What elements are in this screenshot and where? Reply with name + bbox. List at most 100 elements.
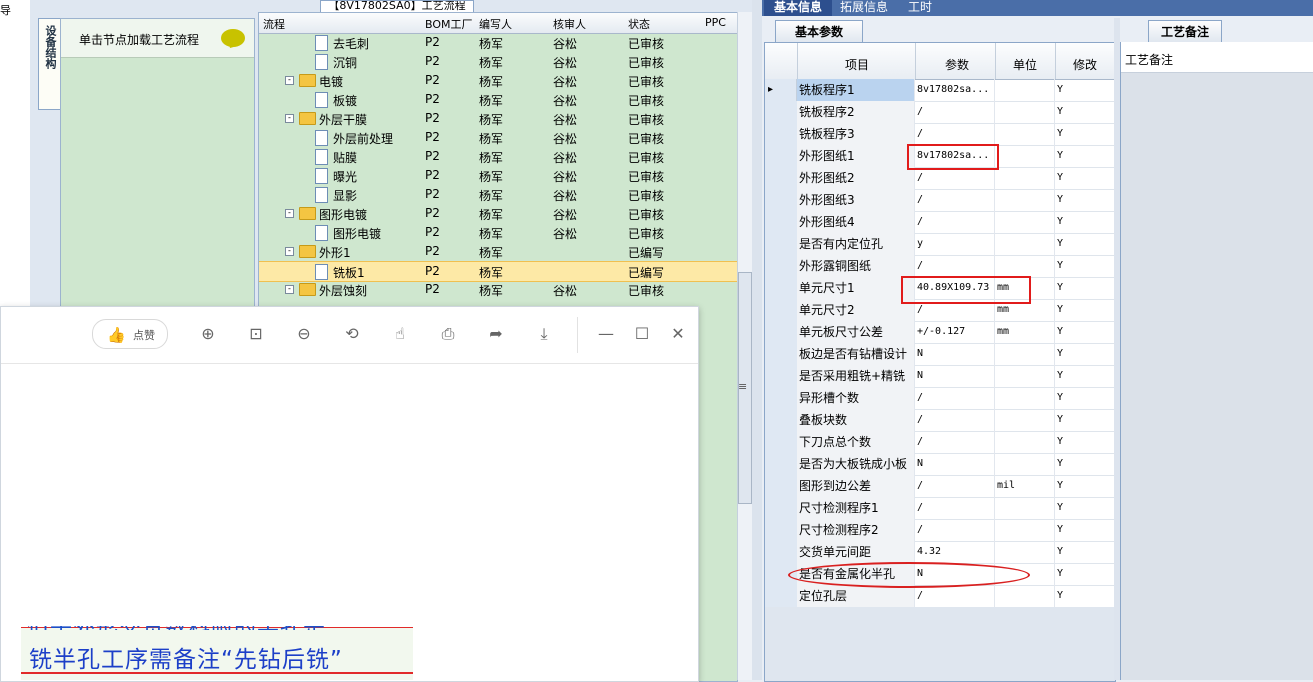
param-value-cell[interactable]: N (915, 343, 995, 365)
param-row[interactable]: 图形到边公差 / mil Y (765, 475, 1115, 498)
row-indicator[interactable] (765, 519, 798, 541)
param-value-cell[interactable]: / (915, 255, 995, 277)
param-row[interactable]: 板边是否有钻槽设计 N Y (765, 343, 1115, 366)
col-header-unit[interactable]: 单位 (1013, 56, 1037, 73)
param-unit-cell[interactable] (995, 431, 1055, 453)
param-modify-cell[interactable]: Y (1055, 409, 1115, 431)
col-header-writer[interactable]: 编写人 (479, 16, 512, 32)
param-value-cell[interactable]: / (915, 431, 995, 453)
param-value-cell[interactable]: / (915, 189, 995, 211)
pane-splitter[interactable] (752, 0, 762, 680)
tab-basic-params[interactable]: 基本参数 (775, 20, 863, 43)
tree-node[interactable]: 图形电镀 (299, 206, 367, 223)
param-value-cell[interactable]: y (915, 233, 995, 255)
param-modify-cell[interactable]: Y (1055, 101, 1115, 123)
param-row[interactable]: 铣板程序3/ Y (765, 123, 1115, 146)
param-value-cell[interactable]: / (915, 167, 995, 189)
tree-row[interactable]: 沉铜 P2 杨军 谷松 已审核 (259, 52, 737, 71)
tree-node[interactable]: 电镀 (299, 73, 343, 90)
tree-node[interactable]: 去毛刺 (315, 35, 369, 52)
row-indicator[interactable] (765, 475, 798, 497)
param-unit-cell[interactable] (995, 453, 1055, 475)
share-icon[interactable]: ➦ (485, 323, 507, 345)
tab-basic-info[interactable]: 基本信息 (764, 0, 832, 16)
hand-icon[interactable]: ☝ (389, 323, 411, 345)
param-value-cell[interactable]: / (915, 211, 995, 233)
param-row[interactable]: 是否为大板铣成小板 N Y (765, 453, 1115, 476)
tree-node[interactable]: 外形1 (299, 244, 351, 261)
param-modify-cell[interactable]: Y (1055, 497, 1115, 519)
tree-node[interactable]: 外层前处理 (315, 130, 393, 147)
param-value-cell[interactable]: / (915, 585, 995, 607)
param-unit-cell[interactable] (995, 189, 1055, 211)
param-unit-cell[interactable]: mm (995, 321, 1055, 343)
row-indicator[interactable] (765, 233, 798, 255)
col-header-modify[interactable]: 修改 (1073, 56, 1097, 73)
row-indicator[interactable] (765, 321, 798, 343)
col-header-status[interactable]: 状态 (628, 16, 650, 32)
param-modify-cell[interactable]: Y (1055, 475, 1115, 497)
param-value-cell[interactable]: / (915, 101, 995, 123)
tree-row[interactable]: 外层前处理 P2 杨军 谷松 已审核 (259, 128, 737, 147)
row-indicator[interactable] (765, 167, 798, 189)
col-header-item[interactable]: 项目 (845, 56, 869, 73)
param-modify-cell[interactable]: Y (1055, 145, 1115, 167)
param-modify-cell[interactable]: Y (1055, 167, 1115, 189)
param-modify-cell[interactable]: Y (1055, 541, 1115, 563)
tree-row[interactable]: 去毛刺 P2 杨军 谷松 已审核 (259, 33, 737, 52)
tree-node[interactable]: 沉铜 (315, 54, 357, 71)
param-unit-cell[interactable] (995, 211, 1055, 233)
row-indicator[interactable] (765, 101, 798, 123)
param-unit-cell[interactable] (995, 541, 1055, 563)
col-header-ppc[interactable]: PPC (705, 16, 726, 29)
tab-work-hours[interactable]: 工时 (908, 0, 932, 16)
param-unit-cell[interactable] (995, 167, 1055, 189)
param-modify-cell[interactable]: Y (1055, 453, 1115, 475)
param-row[interactable]: 外形露铜图纸 / Y (765, 255, 1115, 278)
maximize-icon[interactable]: ☐ (631, 323, 653, 345)
param-unit-cell[interactable] (995, 145, 1055, 167)
tab-equipment-structure[interactable]: 设备结构 (38, 18, 61, 110)
tree-row[interactable]: 曝光 P2 杨军 谷松 已审核 (259, 166, 737, 185)
param-modify-cell[interactable]: Y (1055, 299, 1115, 321)
param-modify-cell[interactable]: Y (1055, 519, 1115, 541)
param-row[interactable]: 定位孔层 / Y (765, 585, 1115, 608)
row-indicator[interactable] (765, 431, 798, 453)
download-icon[interactable]: ⤓ (533, 323, 555, 345)
row-indicator[interactable] (765, 299, 798, 321)
param-unit-cell[interactable] (995, 343, 1055, 365)
tree-row[interactable]: 铣板1 P2 杨军 已编写 (259, 261, 737, 282)
param-modify-cell[interactable]: Y (1055, 189, 1115, 211)
param-unit-cell[interactable]: mil (995, 475, 1055, 497)
tree-node[interactable]: 外层蚀刻 (299, 282, 367, 299)
param-modify-cell[interactable]: Y (1055, 123, 1115, 145)
collapse-toggle-icon[interactable]: - (285, 247, 294, 256)
param-modify-cell[interactable]: Y (1055, 387, 1115, 409)
param-row[interactable]: 单元板尺寸公差 +/-0.127 mm Y (765, 321, 1115, 344)
param-value-cell[interactable]: / (915, 519, 995, 541)
param-row[interactable]: ▸ 铣板程序1 8v17802sa... Y (765, 79, 1115, 102)
param-modify-cell[interactable]: Y (1055, 563, 1115, 585)
param-modify-cell[interactable]: Y (1055, 365, 1115, 387)
collapse-toggle-icon[interactable]: - (285, 285, 294, 294)
row-indicator[interactable] (765, 387, 798, 409)
param-modify-cell[interactable]: Y (1055, 321, 1115, 343)
tree-row[interactable]: 贴膜 P2 杨军 谷松 已审核 (259, 147, 737, 166)
close-icon[interactable]: ✕ (667, 323, 689, 345)
param-modify-cell[interactable]: Y (1055, 79, 1115, 101)
collapse-toggle-icon[interactable]: - (285, 209, 294, 218)
param-modify-cell[interactable]: Y (1055, 211, 1115, 233)
param-row[interactable]: 铣板程序2/ Y (765, 101, 1115, 124)
param-row[interactable]: 下刀点总个数 / Y (765, 431, 1115, 454)
param-modify-cell[interactable]: Y (1055, 343, 1115, 365)
param-row[interactable]: 尺寸检测程序1/ Y (765, 497, 1115, 520)
param-row[interactable]: 外形图纸3/ Y (765, 189, 1115, 212)
param-row[interactable]: 尺寸检测程序2/ Y (765, 519, 1115, 542)
tree-row[interactable]: - 电镀 P2 杨军 谷松 已审核 (259, 71, 737, 90)
tree-row[interactable]: - 外形1 P2 杨军 已编写 (259, 242, 737, 261)
param-row[interactable]: 是否采用粗铣+精铣 N Y (765, 365, 1115, 388)
param-row[interactable]: 叠板块数 / Y (765, 409, 1115, 432)
row-indicator[interactable]: ▸ (765, 79, 797, 101)
param-row[interactable]: 是否有内定位孔 y Y (765, 233, 1115, 256)
param-modify-cell[interactable]: Y (1055, 277, 1115, 299)
